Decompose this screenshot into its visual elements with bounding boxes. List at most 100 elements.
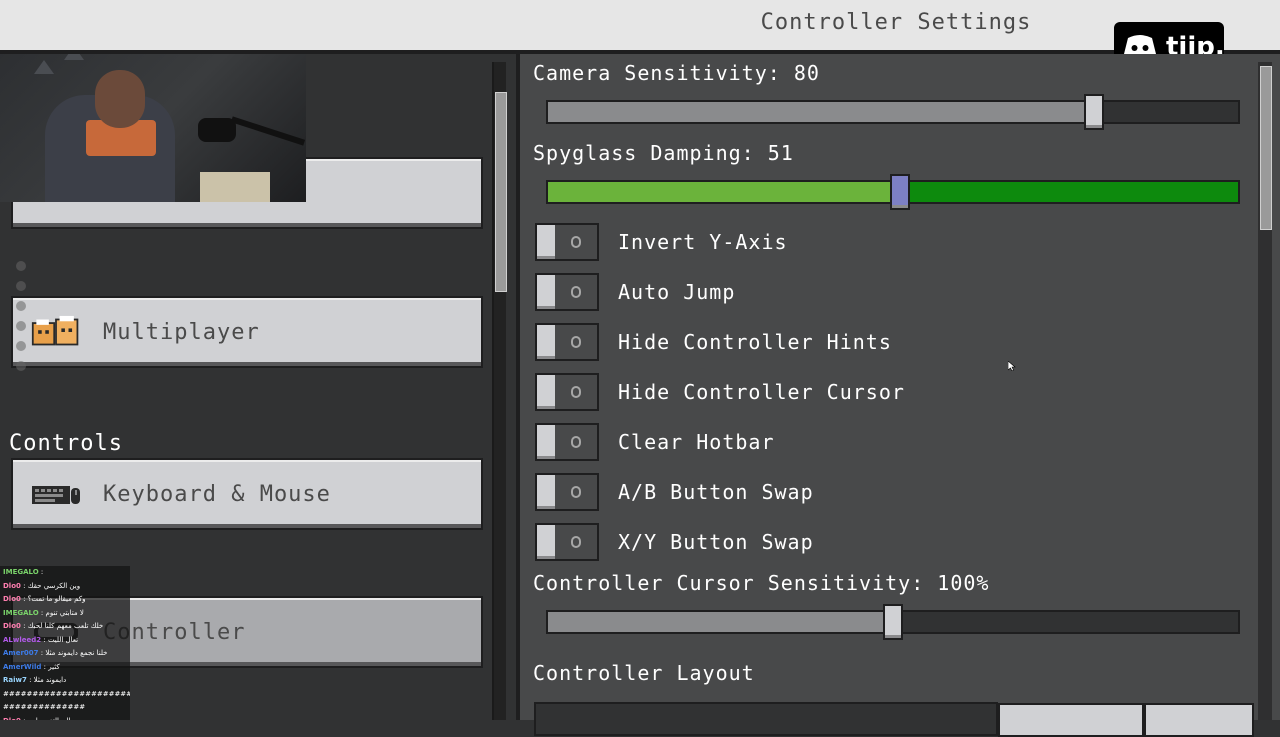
chat-message: IMEGALO : لا متابتي تنوم bbox=[3, 608, 84, 617]
title-bar: Controller Settings bbox=[0, 0, 1280, 54]
off-indicator-icon bbox=[571, 336, 581, 348]
chat-text: ####################### bbox=[3, 689, 130, 698]
auto-jump-toggle[interactable] bbox=[535, 273, 599, 311]
chat-message: ALwleed2 : تعال الليت bbox=[3, 635, 79, 644]
cursor-sensitivity-label: Controller Cursor Sensitivity: 100% bbox=[533, 571, 990, 595]
social-item bbox=[16, 316, 96, 336]
chat-text: وال يالتف يطبي bbox=[28, 717, 74, 721]
off-indicator-icon bbox=[571, 236, 581, 248]
hide-controller-hints-toggle[interactable] bbox=[535, 323, 599, 361]
chat-username: Dlo0 bbox=[3, 595, 21, 603]
social-item bbox=[16, 296, 96, 316]
spyglass-damping-label: Spyglass Damping: 51 bbox=[533, 141, 794, 165]
chat-message: Dlo0 : وكم ميقالو ما تمت؟ bbox=[3, 595, 86, 603]
xy-button-swap-toggle[interactable] bbox=[535, 523, 599, 561]
chat-message: Amer007 : خلنا نجمع دايموند مثلا bbox=[3, 649, 108, 657]
clear-hotbar-toggle[interactable] bbox=[535, 423, 599, 461]
camera-sensitivity-fill bbox=[548, 102, 1094, 122]
controller-layout-preview bbox=[534, 702, 998, 736]
off-indicator-icon bbox=[571, 536, 581, 548]
streamer-head bbox=[95, 70, 145, 128]
layout-button[interactable] bbox=[1144, 703, 1254, 737]
chat-message: IMEGALO : bbox=[3, 568, 44, 576]
chat-username: Raiw7 bbox=[3, 676, 27, 684]
chat-text: خلك تلعب معهم كلنا لحبك bbox=[27, 622, 104, 630]
social-item bbox=[16, 336, 96, 356]
chat-username: Dlo0 bbox=[3, 717, 21, 721]
chat-message: ############## bbox=[0, 701, 130, 715]
keyboard-icon bbox=[31, 479, 81, 509]
toggle-label: Clear Hotbar bbox=[618, 430, 775, 454]
chat-text: كثير bbox=[48, 662, 60, 671]
chat-username: IMEGALO bbox=[3, 608, 39, 617]
chat-message: Dlo0 : خلك تلعب معهم كلنا لحبك bbox=[3, 622, 104, 630]
box bbox=[200, 172, 270, 202]
right-scrollbar[interactable] bbox=[1258, 62, 1272, 720]
camera-sensitivity-label: Camera Sensitivity: 80 bbox=[533, 61, 820, 85]
social-item bbox=[16, 356, 96, 376]
spyglass-damping-handle[interactable] bbox=[889, 174, 910, 210]
wall-decoration bbox=[34, 60, 54, 74]
chat-text: دايموند مثلا bbox=[33, 676, 67, 684]
chat-text: تعال الليت bbox=[47, 635, 79, 644]
social-item bbox=[16, 256, 96, 276]
chat-text: خلنا نجمع دايموند مثلا bbox=[45, 649, 108, 657]
chat-username: Dlo0 bbox=[3, 622, 21, 630]
toggle-row-hide-controller-hints[interactable]: Hide Controller Hints bbox=[535, 322, 1235, 362]
chat-message: AmerWild : كثير bbox=[3, 662, 60, 671]
toggle-label: Invert Y-Axis bbox=[618, 230, 788, 254]
off-indicator-icon bbox=[571, 286, 581, 298]
mic-arm bbox=[230, 116, 306, 146]
camera-sensitivity-slider[interactable] bbox=[546, 94, 1240, 130]
cursor-sensitivity-fill bbox=[548, 612, 893, 632]
toggle-label: Auto Jump bbox=[618, 280, 736, 304]
chat-text: وين الكرسي حقك bbox=[27, 581, 81, 590]
chat-username: AmerWild bbox=[3, 662, 42, 671]
toggle-label: X/Y Button Swap bbox=[618, 530, 814, 554]
nav-item-keyboard-mouse[interactable]: Keyboard & Mouse bbox=[11, 458, 483, 530]
controller-layout-header: Controller Layout bbox=[533, 661, 755, 685]
hide-controller-cursor-toggle[interactable] bbox=[535, 373, 599, 411]
chat-username: ALwleed2 bbox=[3, 635, 42, 644]
spyglass-damping-slider[interactable] bbox=[546, 174, 1240, 210]
ab-button-swap-toggle[interactable] bbox=[535, 473, 599, 511]
chat-username: Amer007 bbox=[3, 649, 39, 657]
nav-item-label: Keyboard & Mouse bbox=[103, 481, 331, 507]
microphone bbox=[198, 118, 236, 142]
chat-text: لا متابتي تنوم bbox=[45, 608, 84, 617]
toggle-label: Hide Controller Cursor bbox=[618, 380, 905, 404]
chat-username: IMEGALO bbox=[3, 568, 39, 576]
off-indicator-icon bbox=[571, 436, 581, 448]
chat-message: Raiw7 : دايموند مثلا bbox=[3, 676, 67, 684]
cursor-sensitivity-handle[interactable] bbox=[883, 604, 903, 640]
left-scrollbar[interactable] bbox=[492, 62, 507, 720]
chat-overlay: IMEGALO : Dlo0 : وين الكرسي حقك Dlo0 : وك… bbox=[0, 566, 130, 720]
mouse-cursor-icon bbox=[1007, 356, 1016, 375]
right-scrollbar-thumb[interactable] bbox=[1260, 66, 1272, 230]
invert-y-toggle[interactable] bbox=[535, 223, 599, 261]
spyglass-damping-fill bbox=[548, 182, 900, 202]
toggle-row-xy-button-swap[interactable]: X/Y Button Swap bbox=[535, 522, 1235, 562]
off-indicator-icon bbox=[571, 486, 581, 498]
section-header-controls: Controls bbox=[9, 431, 123, 456]
social-overlay bbox=[16, 256, 96, 391]
toggle-row-invert-y[interactable]: Invert Y-Axis bbox=[535, 222, 1235, 262]
social-item bbox=[16, 276, 96, 296]
chat-message: Dlo0 : وال يالتف يطبي bbox=[0, 715, 130, 721]
toggle-row-clear-hotbar[interactable]: Clear Hotbar bbox=[535, 422, 1235, 462]
layout-button[interactable] bbox=[998, 703, 1144, 737]
off-indicator-icon bbox=[571, 386, 581, 398]
toggle-label: A/B Button Swap bbox=[618, 480, 814, 504]
chat-username: Dlo0 bbox=[3, 581, 21, 590]
chat-message: ####################### bbox=[0, 688, 130, 702]
nav-item-label: Multiplayer bbox=[103, 319, 260, 345]
toggle-row-auto-jump[interactable]: Auto Jump bbox=[535, 272, 1235, 312]
chat-text: ############## bbox=[3, 703, 86, 711]
left-scrollbar-thumb[interactable] bbox=[495, 92, 507, 292]
toggle-row-hide-controller-cursor[interactable]: Hide Controller Cursor bbox=[535, 372, 1235, 412]
camera-sensitivity-handle[interactable] bbox=[1084, 94, 1104, 130]
chat-text: وكم ميقالو ما تمت؟ bbox=[27, 595, 86, 603]
toggle-row-ab-button-swap[interactable]: A/B Button Swap bbox=[535, 472, 1235, 512]
toggle-label: Hide Controller Hints bbox=[618, 330, 892, 354]
cursor-sensitivity-slider[interactable] bbox=[546, 604, 1240, 640]
